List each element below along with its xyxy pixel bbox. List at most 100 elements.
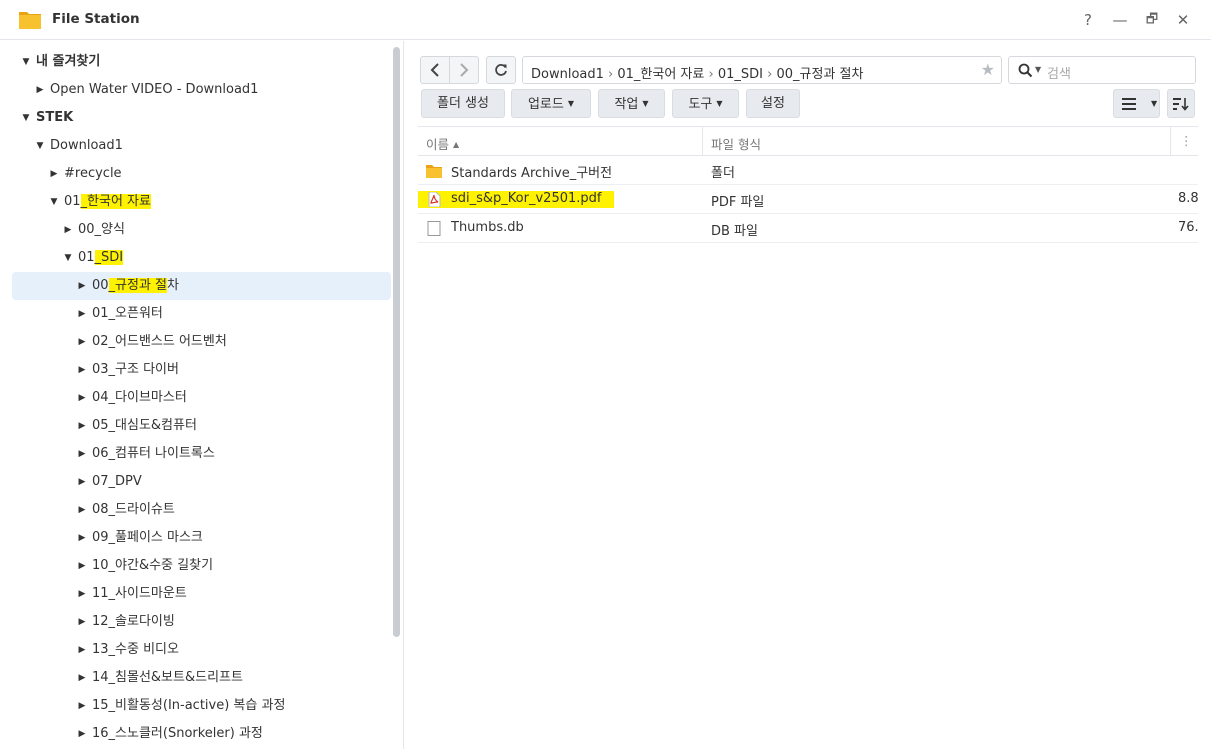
upload-button[interactable]: 업로드 ▼	[511, 89, 591, 118]
tools-button[interactable]: 도구 ▼	[672, 89, 739, 118]
file-row[interactable]: sdi_s&p_Kor_v2501.pdf PDF 파일 8.8	[418, 185, 1199, 214]
chevron-down-icon[interactable]: ▼	[20, 48, 32, 76]
tree-item-sdi[interactable]: ▼ 01_SDI	[12, 244, 391, 272]
chevron-right-icon[interactable]: ▶	[76, 496, 88, 524]
column-header-name[interactable]: 이름 ▲	[426, 134, 459, 153]
breadcrumb-item[interactable]: 01_한국어 자료	[617, 67, 704, 82]
chevron-right-icon[interactable]: ▶	[34, 76, 46, 104]
chevron-down-icon[interactable]: ▼	[1035, 65, 1041, 74]
pdf-icon	[428, 192, 441, 207]
chevron-right-icon[interactable]: ▶	[76, 300, 88, 328]
chevron-down-icon[interactable]: ▼	[48, 188, 60, 216]
chevron-right-icon[interactable]: ▶	[76, 552, 88, 580]
chevron-right-icon[interactable]: ▶	[76, 692, 88, 720]
column-header-type[interactable]: 파일 형식	[711, 134, 761, 153]
button-label: 설정	[761, 96, 785, 111]
chevron-right-icon[interactable]: ▶	[76, 328, 88, 356]
tree-item-label: 10_야간&수중 길찾기	[92, 558, 214, 573]
tree-item-computer-nitrox[interactable]: ▶ 06_컴퓨터 나이트록스	[12, 440, 391, 468]
create-folder-button[interactable]: 폴더 생성	[421, 89, 505, 118]
column-divider[interactable]	[702, 127, 703, 156]
close-icon[interactable]: ✕	[1171, 8, 1195, 32]
help-icon[interactable]: ?	[1076, 8, 1100, 32]
tree-item-open-water-video[interactable]: ▶ Open Water VIDEO - Download1	[12, 76, 391, 104]
tree-item-inactive-review[interactable]: ▶ 15_비활동성(In-active) 복습 과정	[12, 692, 391, 720]
chevron-right-icon[interactable]: ▶	[76, 720, 88, 748]
tree-item-solo-diving[interactable]: ▶ 12_솔로다이빙	[12, 608, 391, 636]
chevron-right-icon[interactable]: ▶	[76, 412, 88, 440]
tree-item-dpv[interactable]: ▶ 07_DPV	[12, 468, 391, 496]
tree-item-sidemount[interactable]: ▶ 11_사이드마운트	[12, 580, 391, 608]
chevron-right-icon[interactable]: ▶	[76, 468, 88, 496]
chevron-right-icon[interactable]: ▶	[76, 440, 88, 468]
tree-item-stek[interactable]: ▼ STEK	[12, 104, 391, 132]
tree-scrollbar[interactable]	[393, 47, 400, 637]
breadcrumb-item[interactable]: 01_SDI	[718, 67, 763, 82]
chevron-right-icon[interactable]: ▶	[76, 384, 88, 412]
tree-item-korean-materials[interactable]: ▼ 01_한국어 자료	[12, 188, 391, 216]
chevron-right-icon[interactable]: ▶	[76, 524, 88, 552]
tree-item-deep-computer[interactable]: ▶ 05_대심도&컴퓨터	[12, 412, 391, 440]
refresh-button[interactable]	[486, 56, 516, 84]
breadcrumb-item[interactable]: 00_규정과 절차	[776, 67, 863, 82]
highlighted-text: _SDI	[94, 250, 124, 265]
button-label: 폴더 생성	[437, 96, 489, 111]
tree-item-advanced-adventure[interactable]: ▶ 02_어드밴스드 어드벤처	[12, 328, 391, 356]
window-title: File Station	[52, 11, 140, 27]
file-type: DB 파일	[711, 224, 758, 239]
sort-ascending-icon: ▲	[453, 140, 460, 149]
tree-item-snorkeler[interactable]: ▶ 16_스노클러(Snorkeler) 과정	[12, 720, 391, 748]
chevron-right-icon[interactable]: ▶	[48, 160, 60, 188]
chevron-right-icon[interactable]: ▶	[76, 356, 88, 384]
tree-item-open-water[interactable]: ▶ 01_오픈워터	[12, 300, 391, 328]
tree-item-label: 09_풀페이스 마스크	[92, 530, 203, 545]
path-bar[interactable]: Download1 › 01_한국어 자료 › 01_SDI › 00_규정과 …	[522, 56, 1002, 84]
chevron-right-icon[interactable]: ▶	[76, 272, 88, 300]
favorite-star-icon[interactable]: ★	[981, 60, 995, 79]
chevron-down-icon[interactable]: ▼	[62, 244, 74, 272]
tree-item-label: 16_스노클러(Snorkeler) 과정	[92, 726, 263, 741]
back-button[interactable]	[420, 56, 450, 84]
chevron-right-icon[interactable]: ▶	[62, 216, 74, 244]
tree-item-drysuit[interactable]: ▶ 08_드라이슈트	[12, 496, 391, 524]
chevron-right-icon[interactable]: ▶	[76, 636, 88, 664]
tree-item-full-face-mask[interactable]: ▶ 09_풀페이스 마스크	[12, 524, 391, 552]
search-box[interactable]: ▼ 검색	[1008, 56, 1196, 84]
chevron-right-icon[interactable]: ▶	[76, 608, 88, 636]
tree-item-night-navigation[interactable]: ▶ 10_야간&수중 길찾기	[12, 552, 391, 580]
tree-item-label: 06_컴퓨터 나이트록스	[92, 446, 215, 461]
breadcrumb-item[interactable]: Download1	[531, 67, 604, 82]
action-button[interactable]: 작업 ▼	[598, 89, 665, 118]
view-mode-button[interactable]: ▼	[1113, 89, 1160, 118]
settings-button[interactable]: 설정	[746, 89, 800, 118]
chevron-right-icon[interactable]: ▶	[76, 580, 88, 608]
restore-icon[interactable]: 🗗	[1140, 8, 1164, 32]
tree-item-favorites[interactable]: ▼ 내 즐겨찾기	[12, 48, 391, 76]
search-icon[interactable]	[1018, 63, 1033, 78]
tree-item-divemaster[interactable]: ▶ 04_다이브마스터	[12, 384, 391, 412]
chevron-down-icon: ▼	[1151, 99, 1158, 108]
tree-item-forms[interactable]: ▶ 00_양식	[12, 216, 391, 244]
search-input[interactable]: 검색	[1047, 63, 1071, 82]
column-options-icon[interactable]: ⋮	[1180, 133, 1193, 148]
tree-item-regulations-procedures[interactable]: ▶ 00_규정과 절차	[12, 272, 391, 300]
chevron-down-icon[interactable]: ▼	[34, 132, 46, 160]
tree-item-download1[interactable]: ▼ Download1	[12, 132, 391, 160]
minimize-icon[interactable]: —	[1108, 8, 1132, 32]
tree-item-label: 01_한국어 자료	[64, 188, 151, 216]
label-prefix: 00	[92, 278, 109, 293]
sort-button[interactable]	[1167, 89, 1195, 118]
tree-item-wreck-boat-drift[interactable]: ▶ 14_침몰선&보트&드리프트	[12, 664, 391, 692]
file-row[interactable]: Standards Archive_구버전 폴더	[418, 156, 1198, 185]
chevron-right-icon[interactable]: ▶	[76, 664, 88, 692]
chevron-down-icon[interactable]: ▼	[20, 104, 32, 132]
column-divider[interactable]	[1170, 127, 1171, 156]
forward-button[interactable]	[449, 56, 479, 84]
breadcrumb-separator: ›	[767, 67, 773, 82]
file-row[interactable]: Thumbs.db DB 파일 76.	[418, 214, 1199, 243]
chevron-down-icon: ▼	[567, 99, 575, 108]
tree-item-recycle[interactable]: ▶ #recycle	[12, 160, 391, 188]
tree-item-label: 00_규정과 절차	[92, 272, 179, 300]
tree-item-rescue-diver[interactable]: ▶ 03_구조 다이버	[12, 356, 391, 384]
tree-item-underwater-video[interactable]: ▶ 13_수중 비디오	[12, 636, 391, 664]
